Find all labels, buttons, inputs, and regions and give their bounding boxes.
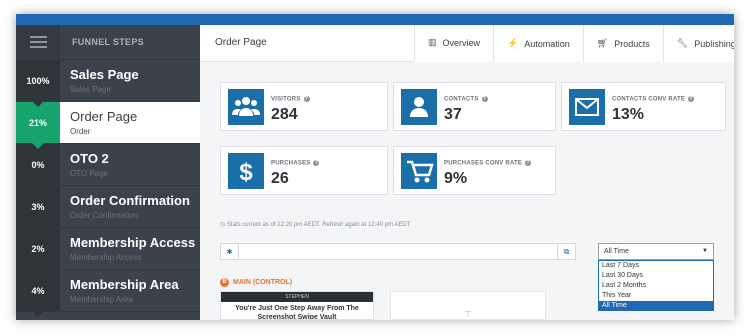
users-icon — [228, 89, 264, 125]
tab-publishing[interactable]: 🔧︎ Publishing — [662, 25, 734, 62]
help-icon: ? — [688, 96, 695, 102]
stat-label: CONTACTS CONV RATE? — [612, 96, 695, 103]
funnel-step-membership-access[interactable]: 2% Membership Access Membership Access — [16, 228, 200, 275]
step-name: Sales Page — [70, 67, 139, 82]
option-last-7-days[interactable]: Last 7 Days — [599, 261, 713, 271]
help-icon: ? — [481, 96, 488, 102]
bar-chart-icon: ▥ — [428, 37, 437, 47]
funnel-step-order-page[interactable]: 21% Order Page Order — [16, 102, 200, 149]
caret-down-icon: ▼ — [702, 248, 708, 254]
thumbnail-brand-bar: STEPHEN — [221, 292, 373, 302]
sidebar: FUNNEL STEPS 100% Sales Page Sales Page … — [16, 24, 200, 320]
stat-value: 9% — [444, 170, 468, 187]
step-name: Order Page — [70, 109, 138, 124]
thumbnail-caption: You're Just One Step Away From The Scree… — [235, 305, 359, 320]
stat-card-purchases: $ PURCHASES? 26 — [220, 146, 388, 195]
main-panel: Order Page ▥ Overview ⚡ Automation 🛒︎ Pr… — [200, 25, 734, 320]
wrench-icon: 🔧︎ — [676, 38, 689, 48]
step-name: Membership Area — [70, 277, 179, 292]
variant-section-header: B MAIN (CONTROL) — [220, 278, 292, 287]
option-last-30-days[interactable]: Last 30 Days — [599, 271, 713, 281]
stat-card-visitors: VISITORS? 284 — [220, 82, 388, 131]
step-percent: 21% — [16, 102, 60, 149]
funnel-step-sales-page[interactable]: 100% Sales Page Sales Page — [16, 60, 200, 107]
envelope-icon — [569, 89, 605, 125]
tab-label: Automation — [524, 38, 570, 49]
variant-badge: B — [220, 278, 229, 287]
hamburger-menu-icon[interactable] — [16, 24, 60, 60]
settings-gear-icon[interactable]: ✱ — [221, 244, 239, 259]
stat-value: 284 — [271, 106, 298, 123]
stat-value: 37 — [444, 106, 462, 123]
step-sub: Order — [70, 127, 91, 136]
step-sub: Membership Access — [70, 253, 142, 262]
step-sub: Membership Area — [70, 295, 133, 304]
stat-card-contacts-conv-rate: CONTACTS CONV RATE? 13% — [561, 82, 726, 131]
funnel-step-order-confirmation[interactable]: 3% Order Confirmation Order Confirmation — [16, 186, 200, 233]
step-name: Order Confirmation — [70, 193, 190, 208]
filter-bar[interactable]: ✱ ⧉ — [220, 243, 576, 260]
sidebar-header: FUNNEL STEPS — [16, 24, 200, 60]
option-last-2-months[interactable]: Last 2 Months — [599, 281, 713, 291]
dollar-icon: $ — [228, 153, 264, 189]
tab-overview[interactable]: ▥ Overview — [414, 25, 494, 62]
cart-icon — [401, 153, 437, 189]
date-range-select[interactable]: All Time ▼ — [598, 243, 714, 260]
cart-icon: 🛒︎ — [596, 38, 609, 48]
option-all-time[interactable]: All Time — [599, 301, 713, 311]
tab-automation[interactable]: ⚡ Automation — [493, 25, 583, 62]
clock-icon: ◷ — [220, 222, 227, 228]
tab-label: Overview — [442, 37, 481, 48]
date-range-value: All Time — [604, 248, 629, 255]
stat-card-contacts: CONTACTS? 37 — [393, 82, 556, 131]
external-link-icon[interactable]: ⧉ — [557, 244, 575, 259]
page-header: Order Page ▥ Overview ⚡ Automation 🛒︎ Pr… — [200, 25, 734, 62]
page-title: Order Page — [215, 37, 267, 48]
page-thumbnail[interactable]: STEPHEN You're Just One Step Away From T… — [220, 291, 374, 320]
date-range-dropdown: Last 7 Days Last 30 Days Last 2 Months T… — [598, 260, 714, 311]
funnel-step-oto-2[interactable]: 0% OTO 2 OTO Page — [16, 144, 200, 191]
option-this-year[interactable]: This Year — [599, 291, 713, 301]
help-icon: ? — [525, 160, 532, 166]
step-percent: 0% — [16, 144, 60, 191]
step-sub: Sales Page — [70, 85, 111, 94]
empty-thumbnail[interactable]: ⊤ — [390, 291, 546, 320]
svg-text:$: $ — [239, 159, 253, 186]
step-name: Membership Access — [70, 235, 196, 250]
stats-refresh-note: ◷ Stats current as of 12:20 pm AEDT. Ref… — [220, 222, 411, 228]
top-bar — [16, 14, 734, 25]
step-percent: 2% — [16, 228, 60, 275]
tab-label: Products — [614, 38, 650, 49]
stat-label: VISITORS? — [271, 96, 310, 103]
help-icon: ? — [303, 96, 310, 102]
sidebar-title: FUNNEL STEPS — [72, 37, 144, 47]
step-sub: Order Confirmation — [70, 211, 139, 220]
tab-label: Publishing — [694, 38, 734, 49]
stat-label: CONTACTS? — [444, 96, 488, 103]
stat-value: 13% — [612, 106, 645, 123]
user-icon — [401, 89, 437, 125]
step-name: OTO 2 — [70, 151, 109, 166]
stat-value: 26 — [271, 170, 289, 187]
stat-card-purchases-conv-rate: PURCHASES CONV RATE? 9% — [393, 146, 556, 195]
help-icon: ? — [313, 160, 320, 166]
step-percent: 4% — [16, 270, 60, 317]
variant-label: MAIN (CONTROL) — [233, 279, 293, 286]
bolt-icon: ⚡ — [507, 38, 519, 48]
stat-label: PURCHASES? — [271, 160, 320, 167]
funnel-step-membership-area[interactable]: 4% Membership Area Membership Area — [16, 270, 200, 317]
step-percent: 3% — [16, 186, 60, 233]
tab-bar: ▥ Overview ⚡ Automation 🛒︎ Products 🔧︎ P… — [414, 25, 734, 62]
step-sub: OTO Page — [70, 169, 109, 178]
app-window: FUNNEL STEPS 100% Sales Page Sales Page … — [16, 14, 734, 320]
stat-label: PURCHASES CONV RATE? — [444, 160, 532, 167]
step-percent: 100% — [16, 60, 60, 107]
placeholder-icon: ⊤ — [464, 310, 472, 319]
tab-products[interactable]: 🛒︎ Products — [582, 25, 663, 62]
